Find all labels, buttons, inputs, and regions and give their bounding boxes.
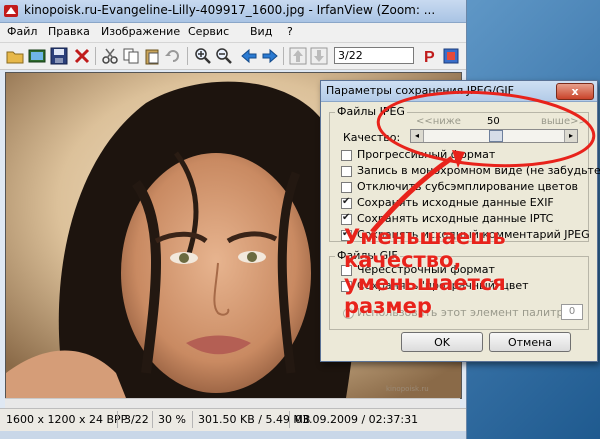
- status-bar: 1600 x 1200 x 24 BPP 3/22 30 % 301.50 KB…: [0, 408, 466, 431]
- slider-right-arrow-icon[interactable]: ▸: [564, 130, 577, 142]
- dialog-title-bar[interactable]: Параметры сохранения JPEG/GIF x: [321, 81, 597, 102]
- checkbox-grayscale-label: Запись в монохромном виде (не забудьте!): [357, 164, 600, 177]
- checkbox-subsampling-label: Отключить субсэмплирование цветов: [357, 180, 579, 193]
- menu-file[interactable]: Файл: [7, 25, 37, 38]
- page-number-field[interactable]: 3/22: [334, 47, 414, 64]
- photo-watermark: kinopoisk.ru: [386, 385, 429, 393]
- status-separator: [289, 411, 290, 428]
- toolbar-separator: [283, 47, 284, 65]
- status-separator: [117, 411, 118, 428]
- menu-edit[interactable]: Правка: [48, 25, 90, 38]
- menu-view[interactable]: Вид: [250, 25, 272, 38]
- checkbox-keep-iptc[interactable]: [341, 212, 352, 225]
- menu-help[interactable]: ?: [287, 25, 293, 38]
- save-icon[interactable]: [50, 47, 68, 65]
- slider-low-label: <<ниже: [416, 116, 461, 127]
- menu-bar: Файл Правка Изображение Сервис Вид ?: [0, 23, 466, 43]
- window-title: kinopoisk.ru-Evangeline-Lilly-409917_160…: [24, 3, 436, 17]
- annotation-text: Уменьшаешь качество, уменьшается размер: [344, 226, 544, 318]
- menu-tools[interactable]: Сервис: [188, 25, 229, 38]
- title-bar[interactable]: kinopoisk.ru-Evangeline-Lilly-409917_160…: [0, 0, 466, 23]
- annotation-line-3: уменьшается: [344, 271, 506, 295]
- paint-icon[interactable]: P: [421, 47, 439, 65]
- horizontal-scrollbar[interactable]: [5, 398, 460, 408]
- zoom-in-icon[interactable]: [194, 47, 212, 65]
- jpeg-group-label: Файлы JPEG: [335, 105, 407, 118]
- checkbox-keep-exif-label: Сохранять исходные данные EXIF: [357, 196, 554, 209]
- next-icon[interactable]: [261, 47, 279, 65]
- checkbox-grayscale[interactable]: [341, 166, 352, 177]
- last-icon[interactable]: [310, 47, 328, 65]
- dialog-close-button[interactable]: x: [556, 83, 594, 100]
- checkbox-progressive-label: Прогрессивный формат: [357, 148, 496, 161]
- checkbox-progressive[interactable]: [341, 150, 352, 161]
- status-separator: [152, 411, 153, 428]
- toolbar-separator: [187, 47, 188, 65]
- status-separator: [192, 411, 193, 428]
- delete-icon[interactable]: [73, 47, 91, 65]
- checkbox-subsampling[interactable]: [341, 182, 352, 193]
- jpeg-gif-save-options-dialog: Параметры сохранения JPEG/GIF x Файлы JP…: [320, 80, 600, 362]
- status-datetime: 03.09.2009 / 02:37:31: [295, 413, 419, 426]
- slider-value-label: 50: [487, 116, 500, 127]
- toolbar-separator: [95, 47, 96, 65]
- menu-image[interactable]: Изображение: [101, 25, 180, 38]
- open-icon[interactable]: [6, 47, 24, 65]
- quality-slider[interactable]: ◂ ▸: [410, 129, 578, 143]
- copy-icon[interactable]: [122, 47, 140, 65]
- cut-icon[interactable]: [101, 47, 119, 65]
- prev-icon[interactable]: [240, 47, 258, 65]
- toolbar: 3/22 P: [0, 43, 466, 70]
- slider-high-label: выше>>: [541, 116, 587, 127]
- slideshow-icon[interactable]: [28, 47, 46, 65]
- svg-text:P: P: [424, 49, 435, 65]
- window-bottom-edge: [0, 431, 466, 439]
- paste-icon[interactable]: [143, 47, 161, 65]
- annotation-line-1: Уменьшаешь: [344, 225, 506, 249]
- status-zoom: 30 %: [158, 413, 186, 426]
- annotation-line-2: качество,: [344, 248, 462, 272]
- dialog-title: Параметры сохранения JPEG/GIF: [326, 84, 514, 97]
- checkbox-keep-exif[interactable]: [341, 196, 352, 209]
- irfanview-app-icon: [4, 5, 18, 17]
- quality-slider-thumb[interactable]: [489, 130, 503, 142]
- annotation-line-4: размер: [344, 294, 432, 318]
- checkbox-keep-iptc-label: Сохранять исходные данные IPTC: [357, 212, 554, 225]
- zoom-out-icon[interactable]: [215, 47, 233, 65]
- slider-left-arrow-icon[interactable]: ◂: [411, 130, 424, 142]
- status-file-size: 301.50 KB / 5.49 MB: [198, 413, 311, 426]
- palette-entry-field[interactable]: 0: [561, 304, 583, 320]
- undo-icon[interactable]: [164, 47, 182, 65]
- status-resolution: 1600 x 1200 x 24 BPP: [6, 413, 128, 426]
- quality-label: Качество:: [343, 131, 401, 144]
- first-icon[interactable]: [289, 47, 307, 65]
- cancel-button[interactable]: Отмена: [489, 332, 571, 352]
- ok-button[interactable]: OK: [401, 332, 483, 352]
- status-index: 3/22: [124, 413, 149, 426]
- about-icon[interactable]: [442, 47, 460, 65]
